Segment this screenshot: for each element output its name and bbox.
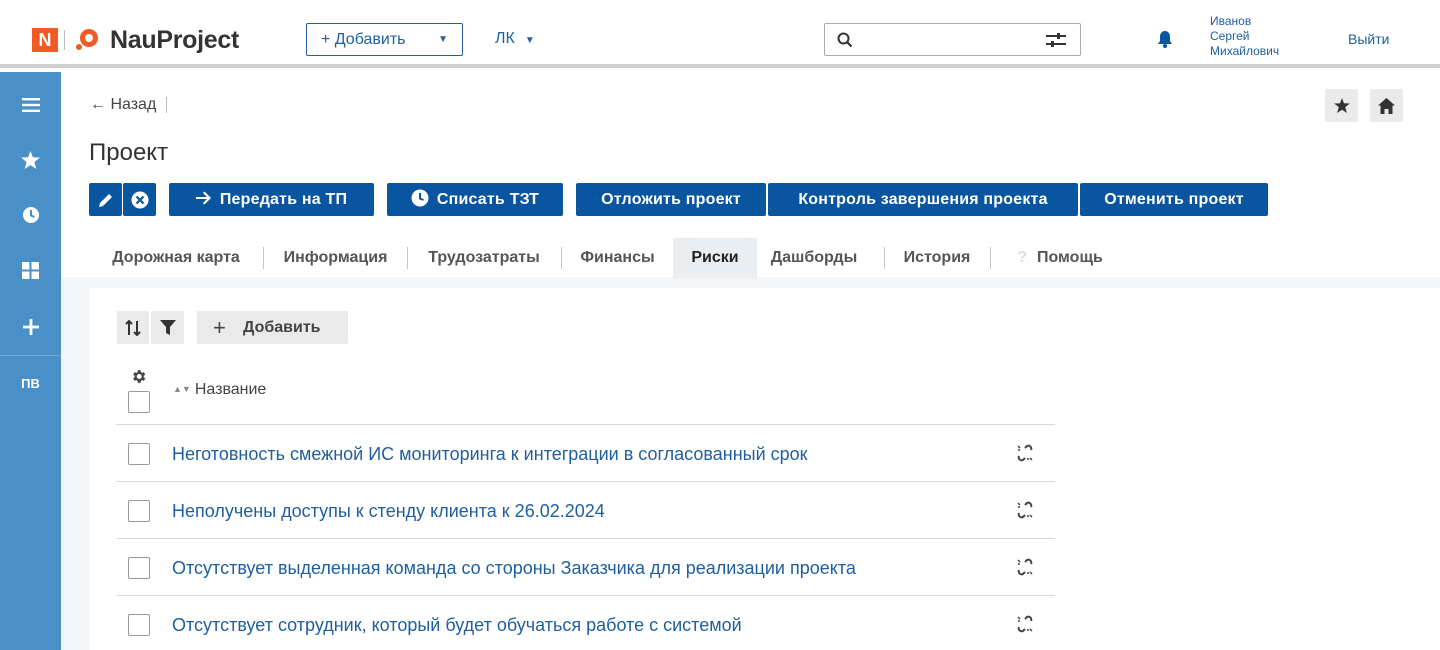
star-icon: [21, 151, 40, 169]
add-risk-label: Добавить: [243, 319, 321, 336]
table-row: Неготовность смежной ИС мониторинга к ин…: [116, 425, 1055, 482]
sidebar-item-history[interactable]: [0, 200, 61, 230]
column-header-name[interactable]: ▲▼ Название: [173, 381, 266, 399]
brand-mark-icon: [76, 29, 98, 50]
sidebar-item-add[interactable]: [0, 312, 61, 342]
grid-icon: [22, 261, 39, 279]
unlink-icon[interactable]: [1016, 501, 1034, 519]
completion-control-button[interactable]: Контроль завершения проекта: [768, 183, 1078, 216]
tab-information[interactable]: Информация: [264, 238, 407, 278]
pencil-icon: [98, 193, 112, 207]
lk-menu[interactable]: ЛК ▼: [495, 30, 535, 48]
top-header: N NauProject + Добавить ▼ ЛК ▼ Иванов Сер…: [0, 0, 1440, 68]
tab-help-label: Помощь: [1036, 249, 1103, 266]
row-checkbox[interactable]: [128, 500, 150, 522]
unlink-icon[interactable]: [1016, 615, 1034, 633]
tab-risks[interactable]: Риски: [673, 238, 757, 278]
delete-button[interactable]: [123, 183, 156, 216]
user-last-name: Иванов: [1210, 14, 1252, 28]
page-title: Проект: [89, 139, 169, 166]
chevron-down-icon: ▼: [438, 34, 448, 45]
logout-link[interactable]: Выйти: [1348, 31, 1389, 47]
row-checkbox[interactable]: [128, 443, 150, 465]
unlink-icon[interactable]: [1016, 444, 1034, 462]
edit-button[interactable]: [89, 183, 122, 216]
sidebar-divider: [0, 355, 61, 356]
risk-name-link[interactable]: Отсутствует выделенная команда со сторон…: [172, 558, 856, 579]
write-off-button[interactable]: Списать ТЗТ: [387, 183, 563, 216]
tab-labor-costs[interactable]: Трудозатраты: [408, 238, 560, 278]
transfer-label: Передать на ТП: [219, 191, 348, 208]
transfer-button[interactable]: Передать на ТП: [169, 183, 374, 216]
tab-divider: [990, 247, 991, 269]
column-header-name-label: Название: [194, 381, 267, 398]
table-row: Отсутствует выделенная команда со сторон…: [116, 539, 1055, 596]
clock-icon: [411, 189, 429, 207]
plus-icon: [22, 319, 39, 335]
brand-name[interactable]: NauProject: [110, 26, 239, 55]
logo-divider: [64, 30, 65, 50]
postpone-project-button[interactable]: Отложить проект: [576, 183, 766, 216]
sidebar-item-user[interactable]: ПВ: [0, 368, 61, 398]
gear-icon[interactable]: [130, 368, 147, 385]
star-icon: [1333, 98, 1350, 113]
arrow-right-icon: [195, 191, 211, 205]
write-off-label: Списать ТЗТ: [436, 191, 540, 208]
add-dropdown-button[interactable]: + Добавить ▼: [306, 23, 463, 56]
filter-button[interactable]: [151, 311, 184, 344]
user-middle-name: Михайлович: [1210, 44, 1280, 58]
risk-name-link[interactable]: Неготовность смежной ИС мониторинга к ин…: [172, 444, 808, 465]
risk-name-link[interactable]: Отсутствует сотрудник, который будет обу…: [172, 615, 742, 636]
select-all-checkbox[interactable]: [128, 391, 150, 413]
table-row: Неполучены доступы к стенду клиента к 26…: [116, 482, 1055, 539]
search-icon: [837, 32, 853, 48]
add-risk-button[interactable]: + Добавить: [197, 311, 348, 344]
table-row: Отсутствует сотрудник, который будет обу…: [116, 596, 1055, 650]
filter-icon: [159, 319, 176, 335]
back-link[interactable]: ← Назад: [90, 96, 168, 114]
home-button[interactable]: [1370, 89, 1403, 122]
sidebar-item-favorites[interactable]: [0, 145, 61, 175]
risk-name-link[interactable]: Неполучены доступы к стенду клиента к 26…: [172, 501, 605, 522]
tab-history[interactable]: История: [885, 238, 989, 278]
lk-menu-label: ЛК: [495, 30, 515, 47]
chevron-down-icon: ▼: [524, 35, 535, 46]
row-checkbox[interactable]: [128, 614, 150, 636]
sidebar-item-menu[interactable]: [0, 90, 61, 120]
back-divider: [166, 96, 168, 113]
back-label: ← Назад: [90, 96, 157, 113]
home-icon: [1378, 97, 1395, 114]
sort-arrows-icon: ▲▼: [173, 384, 191, 394]
sidebar: ПВ: [0, 72, 61, 650]
clock-icon: [22, 207, 39, 223]
user-name[interactable]: Иванов Сергей Михайлович: [1210, 14, 1279, 59]
tab-roadmap[interactable]: Дорожная карта: [89, 238, 263, 278]
tab-dashboards[interactable]: Дашборды: [757, 238, 871, 278]
tab-finances[interactable]: Финансы: [562, 238, 673, 278]
tab-help[interactable]: ? Помощь: [999, 238, 1121, 278]
sidebar-item-dashboard[interactable]: [0, 255, 61, 285]
filter-settings-icon[interactable]: [1046, 33, 1066, 47]
close-circle-icon: [131, 191, 148, 208]
user-first-name: Сергей: [1210, 29, 1250, 43]
user-initials: ПВ: [21, 375, 40, 391]
search-input[interactable]: [824, 23, 1081, 56]
plus-icon: +: [213, 315, 226, 340]
unlink-icon[interactable]: [1016, 558, 1034, 576]
favorite-button[interactable]: [1325, 89, 1358, 122]
sort-button[interactable]: [117, 311, 149, 344]
bell-icon[interactable]: [1157, 30, 1173, 48]
add-dropdown-label: + Добавить: [321, 31, 406, 48]
sort-icon: [125, 319, 141, 336]
brand-logo-n[interactable]: N: [32, 28, 58, 52]
menu-icon: [21, 98, 40, 112]
cancel-project-button[interactable]: Отменить проект: [1080, 183, 1268, 216]
row-checkbox[interactable]: [128, 557, 150, 579]
question-icon: ?: [1017, 249, 1027, 266]
